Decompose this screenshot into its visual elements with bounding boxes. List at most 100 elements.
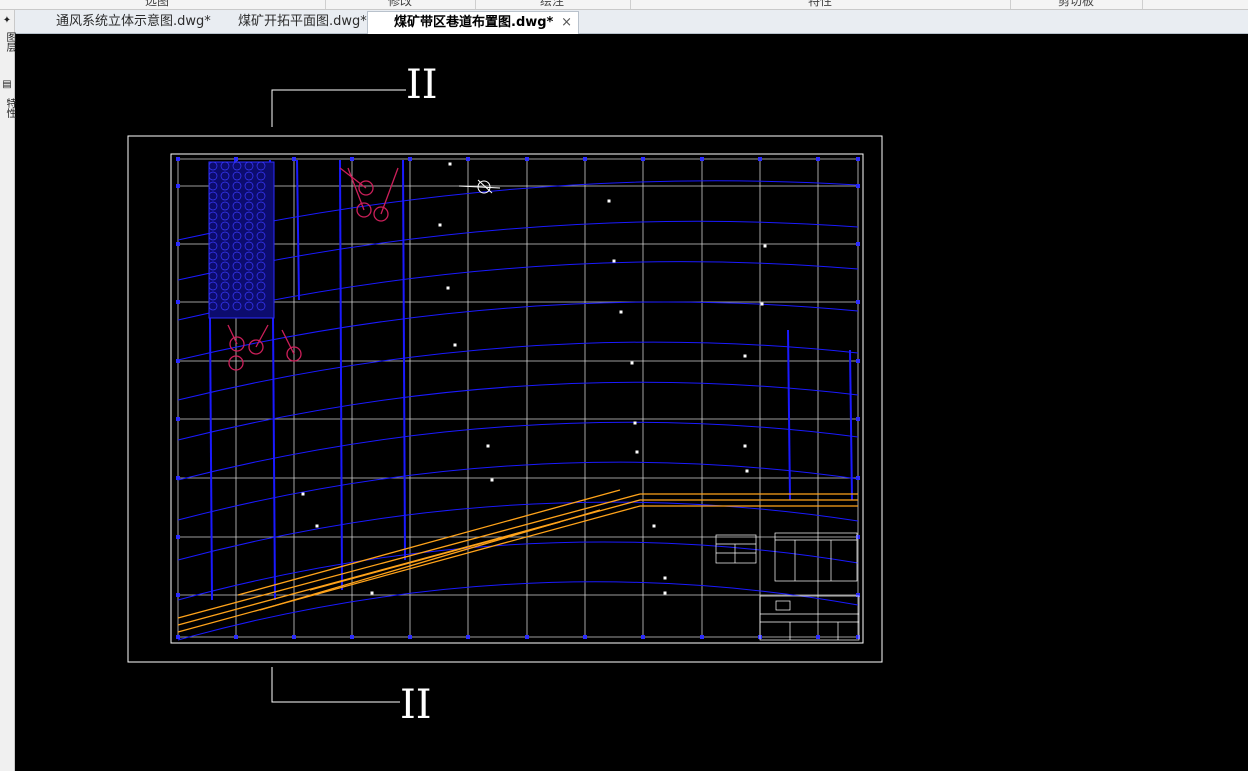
grid-tick [176, 184, 180, 188]
ribbon-group-1[interactable]: 选图 [145, 0, 169, 9]
section-marker-bottom: II [271, 667, 432, 728]
grid-tick [176, 535, 180, 539]
pin-icon[interactable]: ✦ [0, 16, 14, 26]
survey-point [490, 478, 494, 482]
survey-point [745, 469, 749, 473]
grid-tick [856, 417, 860, 421]
tab-mine-plan[interactable]: 煤矿开拓平面图.dwg* [212, 11, 370, 32]
tab-label: 煤矿带区巷道布置图.dwg* [394, 15, 554, 30]
equipment-leader [380, 167, 399, 215]
survey-point [663, 591, 667, 595]
ribbon-group-5[interactable]: 剪切板 [1058, 0, 1094, 9]
survey-point [453, 343, 457, 347]
grid-tick [856, 157, 860, 161]
roadway-path [309, 521, 561, 591]
survey-point [635, 450, 639, 454]
survey-point [760, 302, 764, 306]
left-tool-palette: ✦ 图层 ▤ 特性 [0, 10, 15, 771]
ribbon-divider [630, 0, 631, 9]
section-marker-top: II [271, 62, 438, 127]
tab-label: 煤矿开拓平面图.dwg* [238, 14, 367, 29]
survey-point [446, 286, 450, 290]
grid-tick [525, 635, 529, 639]
grid-tick [350, 157, 354, 161]
survey-point [607, 199, 611, 203]
contour-line [177, 261, 859, 321]
grid-tick [350, 635, 354, 639]
grid-tick [856, 476, 860, 480]
survey-point [633, 421, 637, 425]
survey-point [763, 244, 767, 248]
contour-line [177, 180, 859, 241]
survey-point [743, 354, 747, 358]
survey-point [619, 310, 623, 314]
grid-tick-marks [176, 157, 860, 639]
survey-point [663, 576, 667, 580]
contour-line [177, 220, 859, 281]
floor-contour-lines [177, 180, 859, 641]
equipment-leader [347, 167, 365, 211]
dip-roadways [209, 159, 853, 601]
roadway-line [296, 159, 300, 301]
contour-line [177, 421, 859, 481]
grid-tick [234, 635, 238, 639]
grid-tick [641, 157, 645, 161]
ribbon-group-3[interactable]: 绘注 [540, 0, 564, 9]
grid-tick [466, 635, 470, 639]
grid-tick [758, 157, 762, 161]
grid-tick [641, 635, 645, 639]
close-icon[interactable]: × [561, 12, 572, 33]
grid-tick [700, 157, 704, 161]
ribbon-group-2[interactable]: 修改 [388, 0, 412, 9]
grid-tick [525, 157, 529, 161]
tab-ventilation-diagram[interactable]: 通风系统立体示意图.dwg* [30, 11, 211, 32]
tab-roadway-layout[interactable]: 煤矿带区巷道布置图.dwg* × [367, 11, 579, 34]
palette-properties-label[interactable]: 特性 [0, 94, 15, 122]
survey-point [743, 444, 747, 448]
grid-tick [856, 359, 860, 363]
grid-tick [176, 242, 180, 246]
equipment-leader [339, 167, 367, 189]
goaf-hatch-area [208, 161, 275, 319]
contour-line [177, 381, 859, 441]
grid-tick [856, 593, 860, 597]
palette-layers-label[interactable]: 图层 [0, 28, 15, 56]
grid-tick [816, 635, 820, 639]
grid-tick [583, 635, 587, 639]
roadway-line [787, 329, 791, 501]
survey-point [370, 591, 374, 595]
grid-tick [466, 157, 470, 161]
grid-tick [816, 157, 820, 161]
survey-point [315, 524, 319, 528]
tab-label: 通风系统立体示意图.dwg* [56, 14, 211, 29]
grid-tick [176, 635, 180, 639]
survey-point [301, 492, 305, 496]
properties-icon[interactable]: ▤ [0, 80, 14, 90]
roadway-line [339, 159, 343, 591]
contour-line [177, 461, 859, 521]
grid-tick [176, 300, 180, 304]
roadway-line [209, 317, 213, 601]
survey-point [612, 259, 616, 263]
section-label-top: II [406, 62, 438, 108]
ribbon-divider [1010, 0, 1011, 9]
coordinate-grid [177, 158, 859, 638]
drawing-canvas[interactable]: II II [19, 34, 1248, 771]
ribbon-divider [475, 0, 476, 9]
grid-tick [176, 417, 180, 421]
survey-point [630, 361, 634, 365]
grid-tick [292, 157, 296, 161]
survey-point [652, 524, 656, 528]
cad-drawing: II II [127, 62, 883, 728]
section-label-bottom: II [400, 682, 432, 728]
ribbon-divider [325, 0, 326, 9]
grid-tick [856, 300, 860, 304]
ribbon-group-4[interactable]: 特性 [808, 0, 832, 9]
grid-tick [583, 157, 587, 161]
grid-tick [856, 535, 860, 539]
grid-tick [176, 157, 180, 161]
grid-tick [856, 635, 860, 639]
ribbon-strip: 选图 修改 绘注 特性 剪切板 [0, 0, 1248, 10]
grid-tick [700, 635, 704, 639]
survey-point [486, 444, 490, 448]
